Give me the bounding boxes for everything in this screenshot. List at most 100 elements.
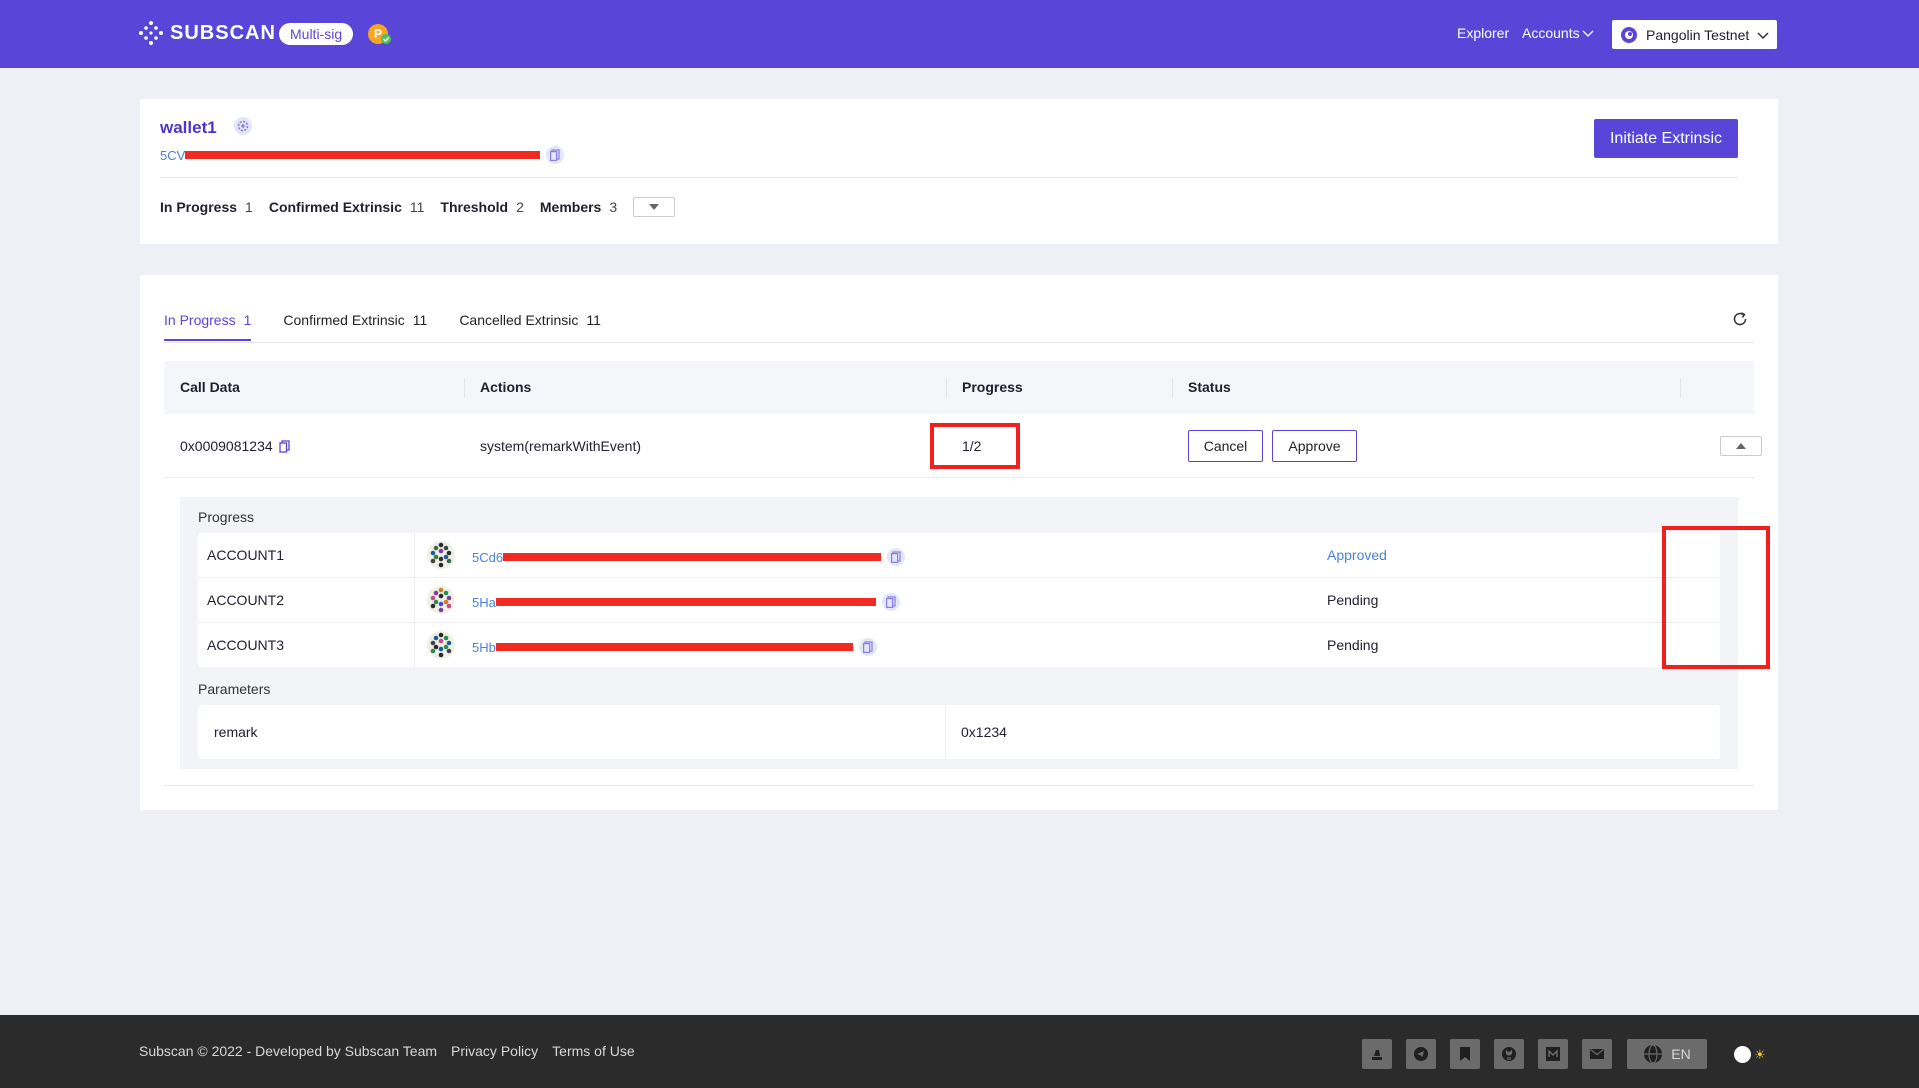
column-separator (945, 705, 946, 759)
account-address[interactable]: 5Hb (472, 638, 877, 656)
bookmark-icon (1460, 1047, 1470, 1061)
terms-of-use-link[interactable]: Terms of Use (552, 1043, 634, 1059)
hand-icon (1372, 1050, 1382, 1060)
theme-toggle[interactable]: ☀ (1733, 1044, 1767, 1064)
tab-count: 11 (586, 312, 601, 328)
approve-button[interactable]: Approve (1272, 430, 1357, 462)
tab-label: Cancelled Extrinsic (459, 312, 579, 328)
copy-icon[interactable] (887, 548, 906, 566)
divider (164, 785, 1754, 786)
refresh-icon[interactable] (1732, 311, 1748, 327)
tab-in-progress[interactable]: In Progress 1 (164, 312, 252, 341)
stat-label: Members (539, 199, 602, 215)
page-footer: Subscan © 2022 - Developed by Subscan Te… (0, 1015, 1919, 1088)
extrinsic-tabs: In Progress 1 Confirmed Extrinsic 11 Cance… (164, 312, 633, 341)
stat-label: In Progress (160, 199, 238, 215)
stat-label: Confirmed Extrinsic (268, 199, 402, 215)
language-label: EN (1671, 1046, 1691, 1062)
account-address[interactable]: 5Ha (472, 593, 900, 611)
stat-value: 2 (516, 199, 524, 215)
wallet-stats: In Progress 1 Confirmed Extrinsic 11 Thr… (160, 197, 676, 217)
tab-count: 1 (243, 312, 252, 328)
tab-cancelled-extrinsic[interactable]: Cancelled Extrinsic 11 (459, 312, 601, 341)
network-select[interactable]: Pangolin Testnet (1612, 20, 1777, 49)
cancel-button[interactable]: Cancel (1188, 430, 1263, 462)
settings-gear-icon[interactable] (233, 116, 253, 136)
social-link-email[interactable] (1582, 1039, 1612, 1069)
header-separator (1172, 379, 1173, 397)
list-item: ACCOUNT2 5Ha Pending (198, 578, 1720, 623)
account-address-prefix: 5Hb (472, 639, 496, 655)
tab-count: 11 (412, 312, 428, 328)
list-item: ACCOUNT1 5Cd6 Approved (198, 533, 1720, 578)
medium-icon (1546, 1047, 1560, 1061)
parameter-value: 0x1234 (961, 724, 1007, 740)
table-header: Call Data Actions Progress Status (164, 361, 1754, 414)
approval-status: Approved (1327, 547, 1387, 563)
account-address[interactable]: 5Cd6 (472, 548, 906, 566)
tab-confirmed-extrinsic[interactable]: Confirmed Extrinsic 11 (283, 312, 427, 341)
social-link-2[interactable] (1406, 1039, 1436, 1069)
header-status: Status (1188, 379, 1231, 395)
members-expand-button[interactable] (633, 197, 676, 217)
account-avatar-icon (427, 541, 455, 569)
social-link-github[interactable] (1494, 1039, 1524, 1069)
account-name: ACCOUNT2 (207, 592, 285, 608)
account-avatar-icon (427, 631, 455, 659)
nav-accounts-label: Accounts (1522, 25, 1580, 41)
nav-accounts[interactable]: Accounts (1522, 25, 1594, 41)
subscan-logo[interactable]: SUBSCAN (138, 20, 276, 46)
wallet-address-prefix: 5CV (160, 147, 186, 163)
header-progress: Progress (962, 379, 1023, 395)
network-name: Pangolin Testnet (1646, 26, 1750, 43)
header-call-data: Call Data (180, 379, 240, 395)
top-header: SUBSCAN Multi-sig P Explorer Accounts Pa… (0, 0, 1919, 68)
header-separator (1680, 379, 1681, 397)
header-actions: Actions (480, 379, 532, 395)
header-separator (946, 379, 947, 397)
language-select[interactable]: EN (1627, 1039, 1707, 1069)
copy-icon[interactable] (858, 638, 877, 656)
progress-highlight-box (930, 423, 1020, 469)
column-separator (414, 578, 415, 623)
collapse-row-button[interactable] (1720, 436, 1762, 456)
globe-icon (1644, 1044, 1663, 1064)
social-link-1[interactable] (1362, 1039, 1392, 1069)
footer-links: Subscan © 2022 - Developed by Subscan Te… (139, 1043, 635, 1059)
stat-value: 11 (409, 199, 425, 215)
copy-icon[interactable] (279, 439, 290, 453)
wallet-name: wallet1 (160, 118, 217, 137)
nav-explorer[interactable]: Explorer (1457, 25, 1509, 41)
subscan-logo-icon (139, 21, 163, 45)
progress-section-label: Progress (198, 509, 255, 525)
email-icon (1590, 1049, 1604, 1059)
account-avatar-icon (427, 586, 455, 614)
action-value: system(remarkWithEvent) (480, 438, 642, 454)
redacted-address-bar (495, 598, 876, 606)
stat-label: Threshold (440, 199, 509, 215)
github-icon (1502, 1047, 1516, 1061)
copy-icon[interactable] (546, 146, 565, 164)
parameters-table: remark 0x1234 (198, 705, 1720, 759)
redacted-address-bar (185, 151, 541, 159)
stat-value: 3 (609, 199, 618, 215)
extrinsics-card: In Progress 1 Confirmed Extrinsic 11 Cance… (140, 275, 1778, 810)
privacy-policy-link[interactable]: Privacy Policy (451, 1043, 538, 1059)
call-data-cell: 0x0009081234 (180, 438, 290, 454)
social-link-medium[interactable] (1538, 1039, 1568, 1069)
stat-value: 1 (245, 199, 253, 215)
header-separator (464, 379, 465, 397)
copy-icon[interactable] (881, 593, 900, 611)
row-details-panel: Progress ACCOUNT1 5Cd6 Approved ACCOUNT2… (180, 497, 1770, 769)
social-link-3[interactable] (1450, 1039, 1480, 1069)
approvals-table: ACCOUNT1 5Cd6 Approved ACCOUNT2 5Ha Pend… (198, 533, 1720, 668)
account-name: ACCOUNT1 (207, 547, 285, 563)
logo-text: SUBSCAN (170, 21, 276, 44)
telegram-icon (1414, 1047, 1428, 1061)
caret-up-icon (1736, 443, 1746, 449)
approval-status: Pending (1327, 637, 1379, 653)
initiate-extrinsic-button[interactable]: Initiate Extrinsic (1594, 119, 1738, 158)
pangolin-network-icon (1621, 26, 1637, 43)
approval-status: Pending (1327, 592, 1379, 608)
wallet-address[interactable]: 5CV (160, 146, 565, 164)
